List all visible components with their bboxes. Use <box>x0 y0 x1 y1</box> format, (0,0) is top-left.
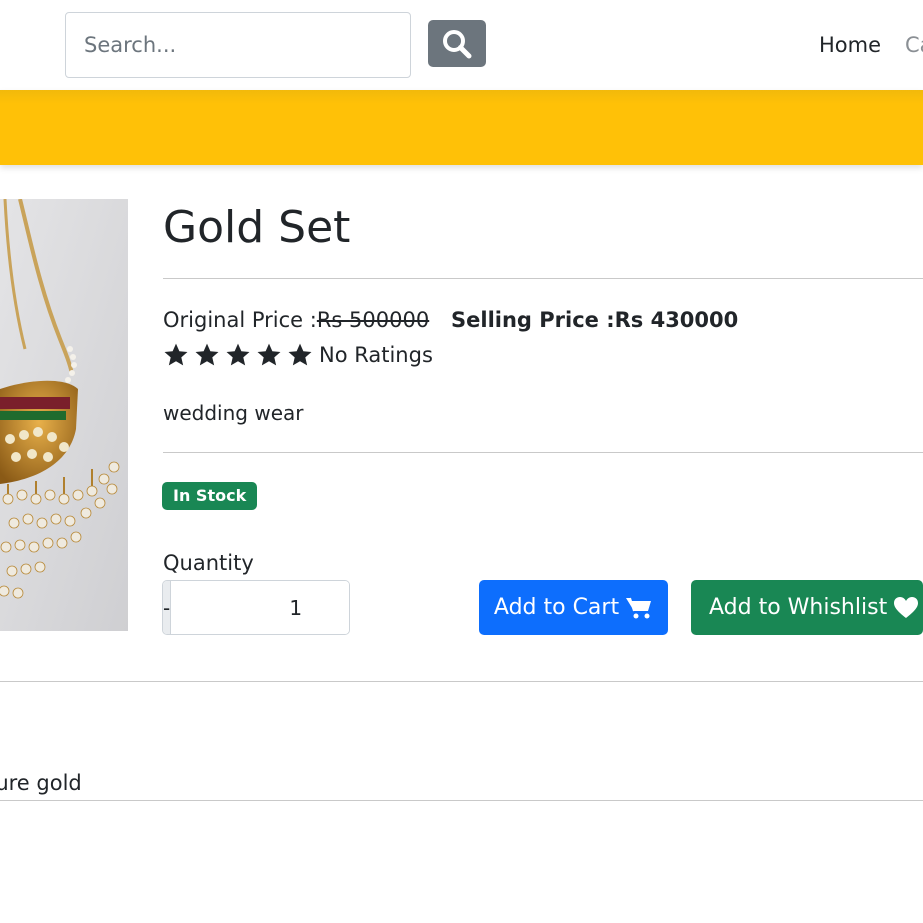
add-to-wishlist-label: Add to Whishlist <box>709 595 888 620</box>
nav-link-home[interactable]: Home <box>819 31 881 59</box>
star-icon <box>164 343 188 366</box>
original-price: Original Price :Rs 500000 <box>163 306 429 334</box>
divider <box>0 800 923 801</box>
add-to-cart-label: Add to Cart <box>493 595 620 620</box>
divider <box>0 681 923 682</box>
yellow-banner <box>0 90 923 165</box>
quantity-label: Quantity <box>163 551 254 575</box>
star-icon <box>288 343 312 366</box>
top-navbar: Home Ca <box>0 0 923 90</box>
original-price-value: Rs 500000 <box>316 308 430 332</box>
divider <box>163 452 923 453</box>
quantity-input[interactable] <box>171 581 349 634</box>
stock-status-badge: In Stock <box>162 482 258 510</box>
search-input[interactable] <box>65 12 411 78</box>
product-title: Gold Set <box>163 202 351 253</box>
selling-price: Selling Price :Rs 430000 <box>451 308 739 332</box>
heart-icon <box>894 596 919 618</box>
divider <box>163 278 923 279</box>
search-icon <box>443 29 472 58</box>
star-icon <box>195 343 219 366</box>
star-icon <box>226 343 250 366</box>
star-icon <box>257 343 281 366</box>
search-button[interactable] <box>428 20 486 67</box>
add-to-cart-button[interactable]: Add to Cart <box>479 580 668 635</box>
product-image <box>0 199 128 631</box>
ratings-text: No Ratings <box>319 343 433 367</box>
nav-link-categories[interactable]: Ca <box>905 31 923 59</box>
quantity-stepper: - + <box>162 580 350 635</box>
cart-icon <box>626 597 652 618</box>
star-rating <box>163 342 313 368</box>
original-price-label: Original Price : <box>163 308 317 332</box>
quantity-decrease-button[interactable]: - <box>163 581 172 634</box>
add-to-wishlist-button[interactable]: Add to Whishlist <box>691 580 923 635</box>
product-details-text: pure gold <box>0 771 82 795</box>
product-description: wedding wear <box>163 401 304 425</box>
necklace-image <box>0 199 128 631</box>
